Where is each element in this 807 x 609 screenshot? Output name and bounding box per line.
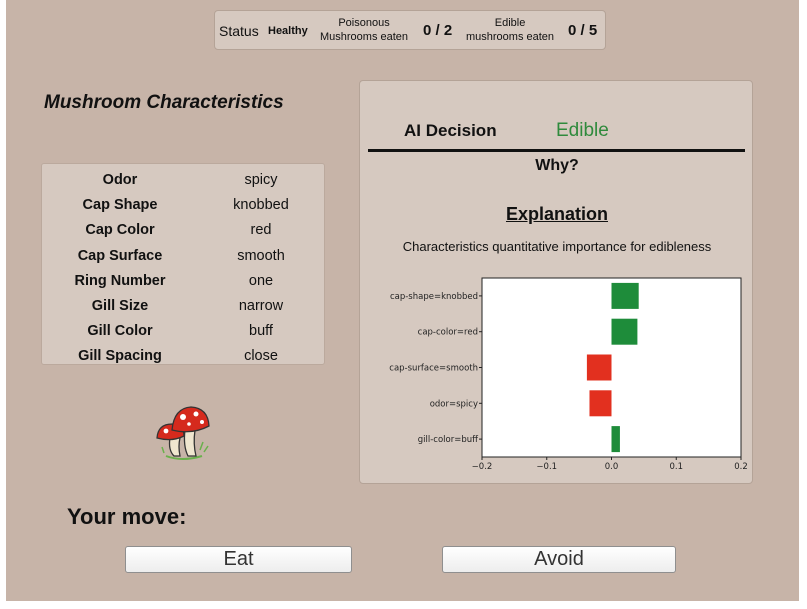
chart-bar (611, 318, 638, 345)
characteristic-row: Cap Color red (42, 222, 326, 246)
mushroom-icon (156, 406, 210, 460)
characteristic-name: Cap Surface (77, 247, 163, 264)
characteristic-name: Cap Shape (82, 197, 158, 214)
characteristic-name: Odor (102, 172, 138, 188)
characteristic-name: Ring Number (74, 272, 166, 289)
poisonous-eaten-count: 0 / 2 (423, 22, 453, 39)
characteristics-title: Mushroom Characteristics (44, 92, 284, 113)
characteristic-value: smooth (237, 247, 285, 264)
chart-y-tick-label: gill-color=buff (418, 435, 479, 445)
characteristic-value: knobbed (233, 197, 289, 214)
chart-bar (611, 426, 620, 453)
edible-eaten-label-line1: Edible (494, 17, 526, 29)
explanation-title: Explanation (505, 204, 608, 224)
chart-y-tick-label: odor=spicy (430, 399, 478, 409)
characteristic-row: Cap Shape knobbed (42, 197, 326, 221)
poisonous-eaten-label: Poisonous Mushrooms eaten (320, 16, 408, 44)
characteristic-value: spicy (244, 172, 278, 188)
edible-eaten-label: Edible mushrooms eaten (466, 16, 554, 44)
edible-eaten-count: 0 / 5 (568, 22, 598, 39)
characteristic-row: Ring Number one (42, 273, 326, 297)
characteristic-row: Gill Spacing close (42, 348, 326, 372)
your-move-label: Your move: (67, 504, 187, 529)
chart-y-tick-label: cap-color=red (418, 328, 478, 338)
characteristic-name: Gill Size (91, 298, 149, 314)
edible-eaten-label-line2: mushrooms eaten (466, 31, 555, 43)
ai-decision-label: AI Decision (404, 121, 497, 140)
ai-decision-divider (368, 149, 745, 152)
status-bar: Status Healthy Poisonous Mushrooms eaten… (214, 10, 606, 50)
characteristic-value: red (250, 222, 272, 239)
poisonous-eaten-label-line2: Mushrooms eaten (320, 31, 409, 43)
poisonous-eaten-label-line1: Poisonous (338, 17, 390, 29)
characteristic-row: Cap Surface smooth (42, 248, 326, 272)
why-label: Why? (535, 157, 579, 174)
characteristic-name: Cap Color (85, 222, 155, 239)
characteristic-row: Gill Size narrow (42, 298, 326, 322)
ai-decision-value: Edible (556, 120, 609, 141)
characteristic-name: Gill Color (87, 323, 153, 340)
characteristic-row: Odor spicy (42, 172, 326, 196)
status-label: Status (219, 23, 259, 39)
characteristic-value: narrow (238, 298, 284, 314)
characteristic-name: Gill Spacing (78, 348, 162, 365)
chart-x-tick-label: −0.2 (472, 462, 493, 471)
characteristic-row: Gill Color buff (42, 323, 326, 347)
importance-chart: cap-shape=knobbed cap-color=red cap-surfac… (389, 277, 748, 471)
chart-bar (586, 354, 612, 381)
chart-bar (611, 282, 639, 309)
chart-bar (589, 390, 612, 417)
chart-x-tick-label: −0.1 (536, 462, 557, 471)
chart-x-tick-label: 0.2 (734, 462, 748, 471)
chart-x-tick-label: 0.1 (669, 462, 683, 471)
ai-decision-panel: AI Decision Edible Why? Explanation Char… (359, 80, 753, 484)
avoid-button[interactable]: Avoid (442, 546, 676, 573)
chart-y-tick-label: cap-surface=smooth (389, 364, 478, 374)
chart-x-tick-label: 0.0 (605, 462, 619, 471)
characteristic-value: close (244, 348, 278, 365)
status-value: Healthy (268, 25, 308, 37)
eat-button[interactable]: Eat (125, 546, 352, 573)
characteristic-value: buff (249, 323, 273, 340)
chart-y-tick-label: cap-shape=knobbed (390, 292, 478, 302)
game-screen: Status Healthy Poisonous Mushrooms eaten… (6, 0, 799, 601)
explanation-subtitle: Characteristics quantitative importance … (402, 239, 712, 254)
characteristic-value: one (248, 272, 274, 289)
characteristics-table: Odor spicy Cap Shape knobbed Cap Color red Cap… (41, 163, 325, 365)
